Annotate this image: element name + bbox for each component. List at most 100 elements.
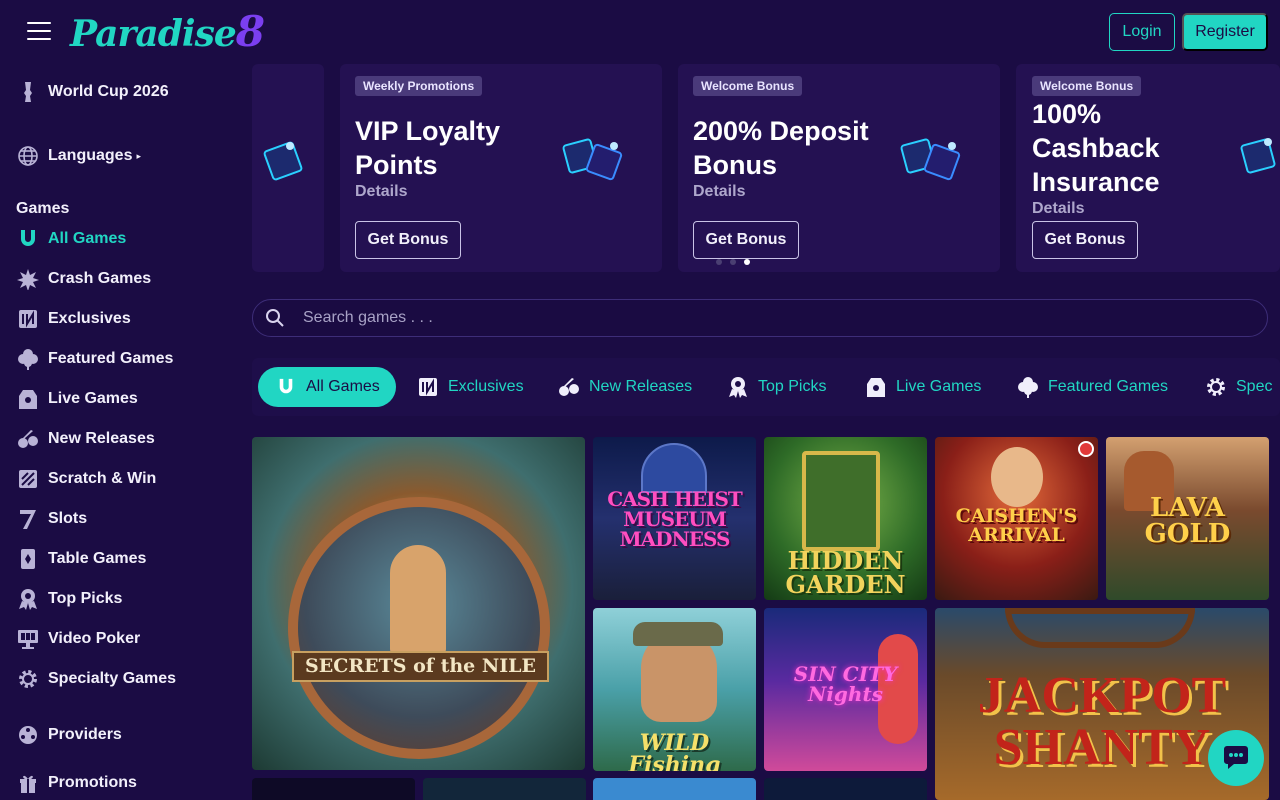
main-content: Weekly Promotions VIP Loyalty Points Det… xyxy=(236,64,1280,800)
sidebar-item-specialty-games[interactable]: Specialty Games xyxy=(16,665,176,693)
tab-specialty-games[interactable]: Spec xyxy=(1204,367,1272,407)
game-tile-secrets-of-the-nile[interactable]: SECRETS of the NILE xyxy=(252,437,585,770)
medal-icon xyxy=(16,587,40,611)
sidebar-item-live-games[interactable]: Live Games xyxy=(16,385,138,413)
cherries-icon xyxy=(16,427,40,451)
chat-bubble-icon xyxy=(1224,746,1248,769)
sidebar-item-label: Table Games xyxy=(48,550,147,567)
tab-live-games[interactable]: Live Games xyxy=(864,367,981,407)
sidebar-item-label: Exclusives xyxy=(48,310,131,327)
top-header: Paradise8 Login Register xyxy=(0,0,1280,64)
promo-card-partial[interactable] xyxy=(252,64,324,272)
sidebar-item-new-releases[interactable]: New Releases xyxy=(16,425,155,453)
game-tile[interactable] xyxy=(764,778,927,800)
menu-icon[interactable] xyxy=(27,22,51,41)
tab-top-picks[interactable]: Top Picks xyxy=(726,367,826,407)
carousel-dot[interactable] xyxy=(716,259,722,265)
tab-label: Featured Games xyxy=(1048,378,1169,395)
logo[interactable]: Paradise8 xyxy=(70,6,265,58)
live-dealer-icon xyxy=(16,387,40,411)
sidebar: World Cup 2026 Languages ▸ Games All Gam… xyxy=(0,64,236,800)
login-button[interactable]: Login xyxy=(1109,13,1175,51)
sidebar-item-promotions[interactable]: Promotions xyxy=(16,769,137,797)
medal-icon xyxy=(726,375,750,399)
search-icon xyxy=(266,309,284,327)
tab-label: Spec xyxy=(1236,378,1273,395)
sidebar-item-label: All Games xyxy=(48,230,127,247)
explosion-icon xyxy=(16,267,40,291)
sidebar-item-label: Live Games xyxy=(48,390,138,407)
sidebar-item-label: Slots xyxy=(48,510,88,527)
video-poker-icon xyxy=(16,627,40,651)
game-tile-wild-fishing[interactable]: WILD Fishing xyxy=(593,608,756,771)
game-tile-caishens-arrival[interactable]: CAISHEN'S ARRIVAL xyxy=(935,437,1098,600)
get-bonus-button[interactable]: Get Bonus xyxy=(693,221,799,259)
game-tile-sin-city-nights[interactable]: SIN CITY Nights xyxy=(764,608,927,771)
tab-featured-games[interactable]: Featured Games xyxy=(1016,367,1168,407)
sidebar-item-label: Crash Games xyxy=(48,270,152,287)
sidebar-item-providers[interactable]: Providers xyxy=(16,721,122,749)
sidebar-item-label: Providers xyxy=(48,726,122,743)
sidebar-item-label: Scratch & Win xyxy=(48,470,157,487)
promo-card[interactable]: Welcome Bonus 200% Deposit Bonus Details… xyxy=(678,64,1000,272)
promo-details-link[interactable]: Details xyxy=(693,183,745,201)
trophy-icon xyxy=(16,80,40,104)
tab-new-releases[interactable]: New Releases xyxy=(557,367,692,407)
game-tile[interactable] xyxy=(423,778,586,800)
scratch-card-icon xyxy=(16,467,40,491)
sidebar-item-table-games[interactable]: Table Games xyxy=(16,545,146,573)
card-icon xyxy=(16,547,40,571)
sidebar-item-featured-games[interactable]: Featured Games xyxy=(16,345,173,373)
sidebar-item-label: World Cup 2026 xyxy=(48,83,169,100)
promo-card[interactable]: Weekly Promotions VIP Loyalty Points Det… xyxy=(340,64,662,272)
game-title: CAISHEN'S ARRIVAL xyxy=(955,505,1078,546)
sidebar-item-top-picks[interactable]: Top Picks xyxy=(16,585,122,613)
sidebar-item-label: Top Picks xyxy=(48,590,123,607)
sidebar-item-exclusives[interactable]: Exclusives xyxy=(16,305,131,333)
sidebar-item-world-cup[interactable]: World Cup 2026 xyxy=(16,78,169,106)
carousel-dot-active[interactable] xyxy=(744,259,750,265)
sidebar-item-scratch-win[interactable]: Scratch & Win xyxy=(16,465,156,493)
game-tile-lava-gold[interactable]: LAVA GOLD xyxy=(1106,437,1269,600)
promo-card[interactable]: Welcome Bonus 100% Cashback Insurance De… xyxy=(1016,64,1280,272)
game-title: SECRETS of the NILE xyxy=(292,651,549,682)
gift-icon xyxy=(16,771,40,795)
dice-icon xyxy=(562,138,623,181)
promo-title: VIP Loyalty Points xyxy=(355,116,501,180)
promo-details-link[interactable]: Details xyxy=(1032,200,1084,218)
promo-tag: Welcome Bonus xyxy=(1032,76,1142,96)
search-bar[interactable] xyxy=(252,299,1268,337)
seven-icon xyxy=(16,507,40,531)
sidebar-item-label: Languages xyxy=(48,147,133,164)
game-tile[interactable] xyxy=(252,778,415,800)
game-tile[interactable] xyxy=(593,778,756,800)
sidebar-item-label: Video Poker xyxy=(48,630,141,647)
chat-button[interactable] xyxy=(1208,730,1264,786)
game-tile-museum-madness[interactable]: CASH HEIST MUSEUM MADNESS xyxy=(593,437,756,600)
horseshoe-icon xyxy=(274,375,298,399)
sidebar-item-crash-games[interactable]: Crash Games xyxy=(16,265,151,293)
carousel-dot[interactable] xyxy=(730,259,736,265)
get-bonus-button[interactable]: Get Bonus xyxy=(355,221,461,259)
tab-all-games[interactable]: All Games xyxy=(258,367,396,407)
dice-icon xyxy=(1240,138,1276,174)
promo-tag: Weekly Promotions xyxy=(355,76,483,96)
sidebar-item-all-games[interactable]: All Games xyxy=(16,225,126,253)
games-heading: Games xyxy=(16,200,70,217)
get-bonus-button[interactable]: Get Bonus xyxy=(1032,221,1138,259)
clover-icon xyxy=(16,347,40,371)
game-tile-hidden-garden[interactable]: HIDDEN GARDEN xyxy=(764,437,927,600)
sidebar-item-languages[interactable]: Languages ▸ xyxy=(16,142,141,170)
sidebar-item-slots[interactable]: Slots xyxy=(16,505,87,533)
game-title: HIDDEN GARDEN xyxy=(785,546,906,599)
tab-label: All Games xyxy=(306,378,380,395)
register-button[interactable]: Register xyxy=(1182,13,1268,51)
promo-details-link[interactable]: Details xyxy=(355,183,407,201)
tab-label: New Releases xyxy=(589,378,693,395)
search-input[interactable] xyxy=(303,309,1203,327)
tab-exclusives[interactable]: Exclusives xyxy=(416,367,524,407)
sidebar-item-video-poker[interactable]: Video Poker xyxy=(16,625,140,653)
exclusive-icon xyxy=(416,375,440,399)
logo-digit: 8 xyxy=(235,7,265,56)
dice-icon xyxy=(263,141,303,181)
